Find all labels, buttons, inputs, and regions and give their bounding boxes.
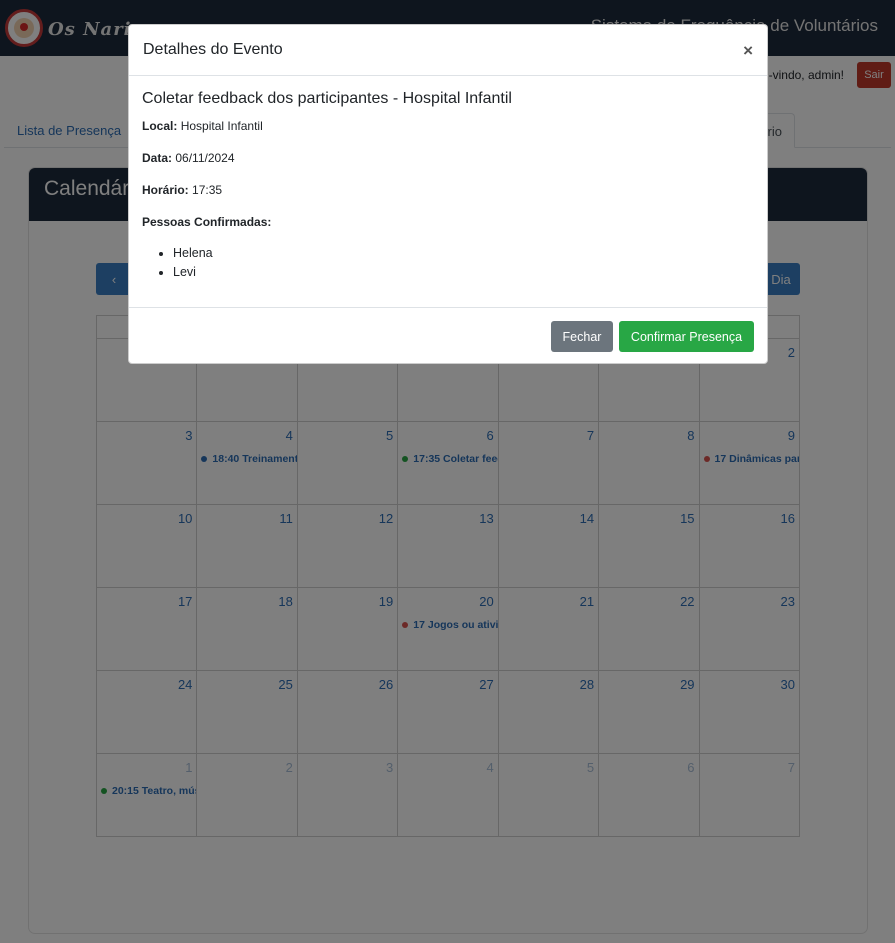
time-label: Horário: <box>142 183 189 197</box>
person-item: Helena <box>173 244 752 263</box>
event-title: Coletar feedback dos participantes - Hos… <box>142 90 512 107</box>
modal-footer: Fechar Confirmar Presença <box>129 307 767 364</box>
confirmed-people-list: Helena Levi <box>142 244 752 282</box>
people-label: Pessoas Confirmadas: <box>142 215 272 229</box>
event-location: Local: Hospital Infantil <box>142 119 752 133</box>
confirm-attendance-button[interactable]: Confirmar Presença <box>619 321 754 352</box>
location-label: Local: <box>142 119 178 133</box>
date-label: Data: <box>142 151 173 165</box>
confirmed-people-heading: Pessoas Confirmadas: <box>142 215 752 229</box>
date-value: 06/11/2024 <box>175 151 235 165</box>
event-time: Horário: 17:35 <box>142 183 752 197</box>
modal-title: Detalhes do Evento <box>143 41 283 58</box>
close-icon[interactable]: × <box>743 42 753 59</box>
event-details-modal: Detalhes do Evento × Coletar feedback do… <box>128 24 768 364</box>
person-item: Levi <box>173 263 752 282</box>
event-date: Data: 06/11/2024 <box>142 151 752 165</box>
time-value: 17:35 <box>192 183 223 197</box>
location-value: Hospital Infantil <box>180 119 263 133</box>
modal-body: Coletar feedback dos participantes - Hos… <box>142 90 752 282</box>
modal-header: Detalhes do Evento × <box>129 25 767 76</box>
close-button[interactable]: Fechar <box>551 321 613 352</box>
